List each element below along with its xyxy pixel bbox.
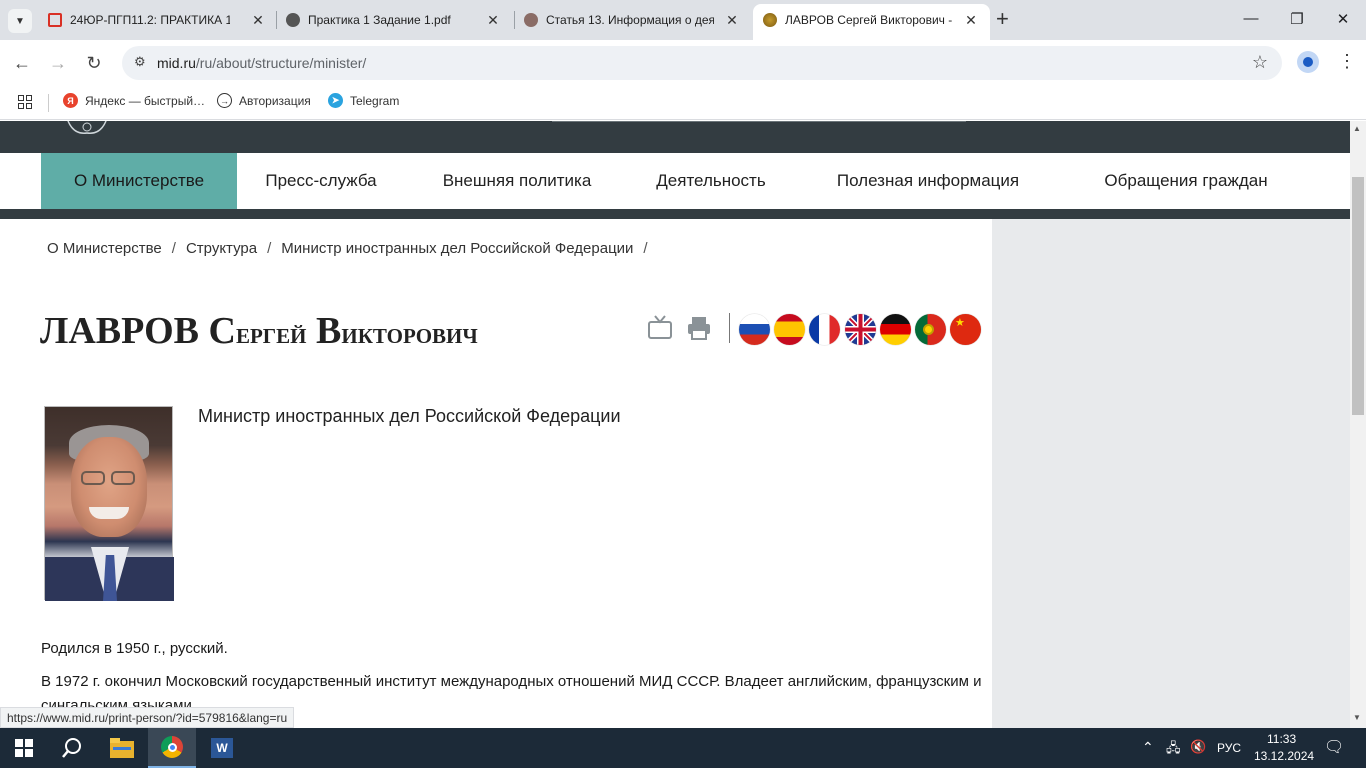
- site-header: [0, 121, 1350, 153]
- breadcrumb: О Министерстве / Структура / Министр иностра…: [47, 240, 648, 257]
- nav-about[interactable]: О Министерстве: [41, 153, 237, 209]
- tab-article[interactable]: Статья 13. Информация о деят ✕: [524, 8, 740, 32]
- breadcrumb-structure[interactable]: Структура: [186, 240, 257, 257]
- bookmark-yandex[interactable]: Я Яндекс — быстрый…: [63, 93, 205, 108]
- back-icon[interactable]: ←: [11, 52, 33, 74]
- minimize-icon[interactable]: —: [1241, 10, 1261, 27]
- sidebar: [992, 219, 1350, 728]
- scroll-down-icon[interactable]: ▼: [1353, 713, 1361, 722]
- chrome-taskbar-icon[interactable]: [148, 728, 196, 768]
- tab-separator: [276, 11, 277, 29]
- network-icon[interactable]: 🖧: [1166, 739, 1181, 761]
- nav-activity[interactable]: Деятельность: [629, 153, 793, 209]
- flag-ru-icon[interactable]: [739, 314, 770, 345]
- breadcrumb-about[interactable]: О Министерстве: [47, 240, 162, 257]
- search-icon[interactable]: [48, 728, 96, 768]
- page-scrollbar[interactable]: ▲ ▼: [1350, 121, 1366, 728]
- profile-icon[interactable]: [1297, 51, 1319, 73]
- page-icon: [48, 13, 62, 27]
- flag-zh-icon[interactable]: ★: [950, 314, 981, 345]
- tab-practice[interactable]: 24ЮР-ПГП11.2: ПРАКТИКА 13 ✕: [48, 8, 266, 32]
- nav-useful-info[interactable]: Полезная информация: [793, 153, 1063, 209]
- avatar-icon: [524, 13, 538, 27]
- globe-icon: [286, 13, 300, 27]
- address-bar[interactable]: ⚙ mid.ru/ru/about/structure/minister/ ☆: [122, 46, 1282, 80]
- volume-icon[interactable]: 🔇: [1190, 739, 1206, 755]
- nav-foreign-policy[interactable]: Внешняя политика: [405, 153, 629, 209]
- telegram-icon: ➤: [328, 93, 343, 108]
- flag-pt-icon[interactable]: [915, 314, 946, 345]
- word-icon[interactable]: W: [198, 728, 246, 768]
- restore-icon[interactable]: ❐: [1287, 10, 1307, 28]
- nav-bottom-bar: [0, 209, 1350, 219]
- bookmark-telegram[interactable]: ➤ Telegram: [328, 93, 399, 108]
- bio-paragraph: Родился в 1950 г., русский.: [41, 640, 228, 657]
- emblem-icon: [763, 13, 777, 27]
- bookmarks-bar: Я Яндекс — быстрый… → Авторизация ➤ Tele…: [0, 86, 1366, 120]
- forward-icon[interactable]: →: [47, 52, 69, 74]
- tab-pdf[interactable]: Практика 1 Задание 1.pdf ✕: [286, 8, 501, 32]
- web-page: О Министерстве Пресс-служба Внешняя поли…: [0, 121, 1350, 728]
- login-icon: →: [217, 93, 232, 108]
- toolbar-separator: [729, 313, 730, 343]
- breadcrumb-minister[interactable]: Министр иностранных дел Российской Федер…: [281, 240, 633, 257]
- print-icon[interactable]: [686, 315, 712, 341]
- minister-photo: [44, 406, 174, 601]
- tab-lavrov[interactable]: ЛАВРОВ Сергей Викторович - ✕: [763, 8, 979, 32]
- status-url: https://www.mid.ru/print-person/?id=5798…: [0, 707, 295, 728]
- flag-en-icon[interactable]: [845, 314, 876, 345]
- main-content: О Министерстве / Структура / Министр иностра…: [0, 219, 992, 728]
- tv-icon[interactable]: [647, 315, 673, 341]
- nav-citizens[interactable]: Обращения граждан: [1063, 153, 1309, 209]
- windows-start-icon[interactable]: [0, 728, 48, 768]
- star-icon[interactable]: ☆: [1252, 52, 1268, 73]
- close-icon[interactable]: ✕: [250, 12, 266, 28]
- page-title: ЛАВРОВ Сергей Викторович: [40, 310, 478, 352]
- flag-es-icon[interactable]: [774, 314, 805, 345]
- apps-icon[interactable]: [18, 95, 32, 109]
- new-tab-button[interactable]: +: [996, 7, 1009, 31]
- main-nav: О Министерстве Пресс-служба Внешняя поли…: [0, 153, 1350, 209]
- tab-search-button[interactable]: ▼: [8, 9, 32, 33]
- close-icon[interactable]: ✕: [485, 12, 501, 28]
- bookmark-separator: [48, 94, 49, 112]
- scroll-thumb[interactable]: [1352, 177, 1364, 415]
- windows-taskbar: W ⌃ 🖧 🔇 РУС 11:33 13.12.2024 🗨: [0, 728, 1366, 768]
- chevron-up-icon[interactable]: ⌃: [1142, 739, 1154, 756]
- bookmark-auth[interactable]: → Авторизация: [217, 93, 311, 108]
- clock-date[interactable]: 13.12.2024: [1254, 749, 1314, 763]
- close-icon[interactable]: ✕: [963, 12, 979, 28]
- nav-press[interactable]: Пресс-служба: [237, 153, 405, 209]
- notifications-icon[interactable]: 🗨: [1324, 737, 1344, 757]
- flag-de-icon[interactable]: [880, 314, 911, 345]
- chevron-down-icon: ▼: [15, 15, 25, 27]
- url-text[interactable]: mid.ru/ru/about/structure/minister/: [157, 55, 366, 71]
- minister-position: Министр иностранных дел Российской Федер…: [198, 406, 621, 426]
- language-indicator[interactable]: РУС: [1217, 741, 1241, 755]
- mid-emblem-icon[interactable]: [64, 121, 110, 136]
- menu-icon[interactable]: ⋮: [1338, 51, 1356, 71]
- browser-toolbar: ← → ↻ ⚙ mid.ru/ru/about/structure/minist…: [0, 40, 1366, 86]
- site-info-icon[interactable]: ⚙: [134, 54, 146, 70]
- clock-time[interactable]: 11:33: [1267, 732, 1296, 746]
- tab-separator: [514, 11, 515, 29]
- reload-icon[interactable]: ↻: [83, 52, 105, 74]
- tab-strip: ▼ 24ЮР-ПГП11.2: ПРАКТИКА 13 ✕ Практика 1…: [0, 0, 1366, 40]
- flag-fr-icon[interactable]: [809, 314, 840, 345]
- search-underline: [552, 121, 966, 122]
- close-window-icon[interactable]: ✕: [1333, 10, 1353, 28]
- yandex-icon: Я: [63, 93, 78, 108]
- scroll-up-icon[interactable]: ▲: [1353, 124, 1361, 133]
- file-explorer-icon[interactable]: [98, 728, 146, 768]
- close-icon[interactable]: ✕: [724, 12, 740, 28]
